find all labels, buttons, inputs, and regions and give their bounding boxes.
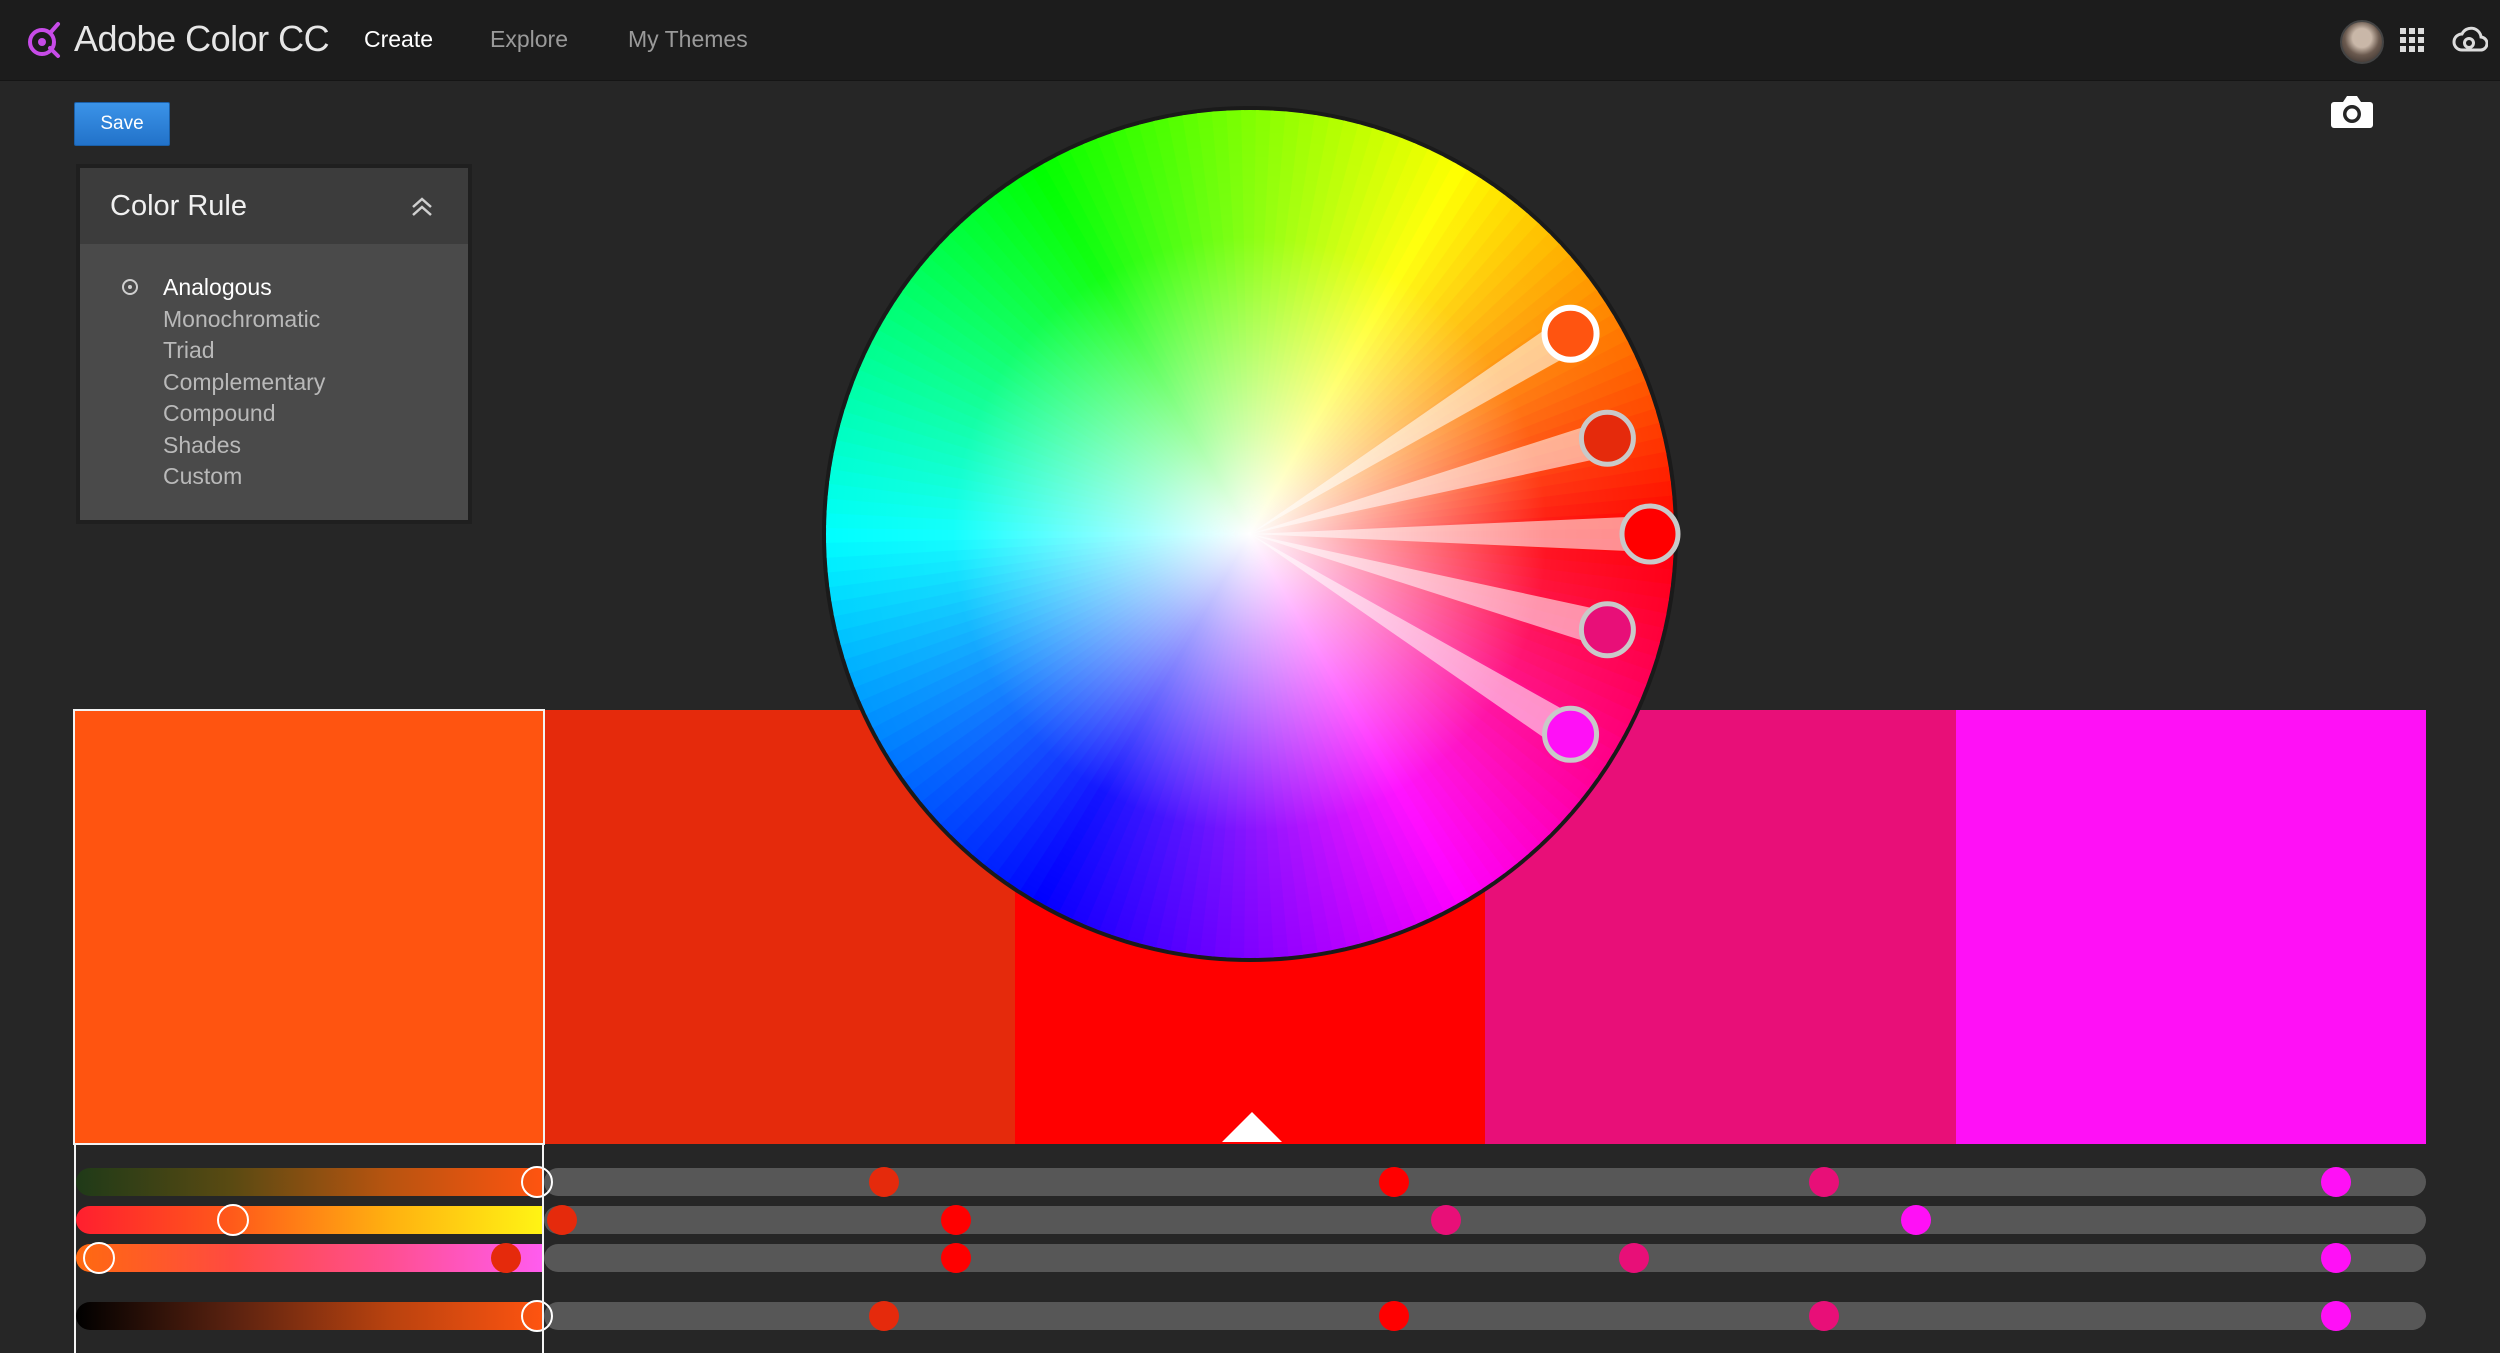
slider-dot[interactable] bbox=[1809, 1301, 1839, 1331]
slider-dot[interactable] bbox=[1379, 1301, 1409, 1331]
slider-dot[interactable] bbox=[547, 1205, 577, 1235]
slider-knob-1[interactable] bbox=[520, 1166, 553, 1198]
slider-dot[interactable] bbox=[1619, 1243, 1649, 1273]
nav-my-themes[interactable]: My Themes bbox=[628, 26, 748, 53]
wheel-handle-4[interactable] bbox=[1578, 601, 1636, 659]
app-title[interactable]: Adobe Color CC bbox=[74, 18, 330, 60]
slider-dot[interactable] bbox=[1809, 1167, 1839, 1197]
nav-create[interactable]: Create bbox=[364, 26, 433, 53]
slider-dot[interactable] bbox=[1379, 1167, 1409, 1197]
rule-option-label: Monochromatic bbox=[163, 305, 321, 332]
slider-knob-4[interactable] bbox=[520, 1300, 553, 1332]
slider-dot[interactable] bbox=[941, 1243, 971, 1273]
user-avatar[interactable] bbox=[2340, 20, 2384, 64]
color-swatch-1[interactable] bbox=[72, 709, 546, 1145]
slider-track-4[interactable] bbox=[544, 1302, 2426, 1330]
selected-slider-2[interactable] bbox=[76, 1206, 544, 1234]
radio-selected-icon bbox=[122, 279, 138, 295]
rule-option-label: Compound bbox=[163, 400, 276, 426]
rule-option-monochromatic[interactable]: Monochromatic bbox=[80, 304, 468, 336]
slider-dot[interactable] bbox=[2321, 1167, 2351, 1197]
selected-slider-3[interactable] bbox=[76, 1244, 544, 1272]
selected-slider-4[interactable] bbox=[76, 1302, 544, 1330]
slider-dot[interactable] bbox=[869, 1301, 899, 1331]
rule-option-compound[interactable]: Compound bbox=[80, 398, 468, 430]
rule-option-label: Shades bbox=[163, 431, 242, 458]
save-button[interactable]: Save bbox=[74, 102, 170, 146]
rule-option-analogous[interactable]: Analogous bbox=[80, 272, 468, 304]
rule-option-triad[interactable]: Triad bbox=[80, 335, 468, 367]
wheel-handle-3[interactable] bbox=[1619, 503, 1681, 565]
color-rule-title: Color Rule bbox=[110, 190, 247, 222]
camera-icon[interactable] bbox=[2330, 94, 2374, 130]
slider-dot[interactable] bbox=[941, 1205, 971, 1235]
slider-dot[interactable] bbox=[1901, 1205, 1931, 1235]
adobe-color-logo-icon[interactable] bbox=[24, 20, 64, 60]
creative-cloud-icon[interactable] bbox=[2452, 24, 2488, 56]
apps-grid-icon[interactable] bbox=[2400, 28, 2424, 52]
slider-dot[interactable] bbox=[869, 1167, 899, 1197]
wheel-handle-2[interactable] bbox=[1578, 409, 1636, 467]
slider-track-1[interactable] bbox=[544, 1168, 2426, 1196]
color-rule-header[interactable]: Color Rule bbox=[80, 168, 468, 244]
rule-option-label: Custom bbox=[163, 463, 243, 489]
wheel-handle-5[interactable] bbox=[1542, 705, 1600, 763]
color-wheel[interactable] bbox=[820, 100, 1700, 980]
rule-option-label: Triad bbox=[163, 337, 215, 363]
slider-dot[interactable] bbox=[491, 1243, 521, 1273]
slider-track-3[interactable] bbox=[544, 1244, 2426, 1272]
color-rule-list: Analogous Monochromatic Triad Complement… bbox=[80, 272, 468, 493]
color-sliders bbox=[74, 1144, 2426, 1353]
double-chevron-up-icon[interactable] bbox=[410, 196, 434, 218]
slider-dot[interactable] bbox=[2321, 1301, 2351, 1331]
rule-option-label: Analogous bbox=[163, 274, 272, 300]
base-color-marker-icon bbox=[1222, 1112, 1282, 1142]
rule-option-shades[interactable]: Shades bbox=[80, 430, 468, 462]
color-swatch-5[interactable] bbox=[1955, 710, 2427, 1144]
nav-explore[interactable]: Explore bbox=[490, 26, 568, 53]
selected-slider-1[interactable] bbox=[76, 1168, 544, 1196]
slider-track-2[interactable] bbox=[544, 1206, 2426, 1234]
slider-dot[interactable] bbox=[1431, 1205, 1461, 1235]
top-bar: Adobe Color CC Create Explore My Themes bbox=[0, 0, 2500, 81]
slider-knob-2[interactable] bbox=[216, 1204, 249, 1236]
rule-option-complementary[interactable]: Complementary bbox=[80, 367, 468, 399]
rule-option-label: Complementary bbox=[163, 368, 326, 395]
rule-option-custom[interactable]: Custom bbox=[80, 461, 468, 493]
slider-dot[interactable] bbox=[2321, 1243, 2351, 1273]
color-rule-panel: Color Rule Analogous Monochromatic Triad… bbox=[80, 168, 468, 520]
wheel-handle-1[interactable] bbox=[1541, 304, 1600, 363]
